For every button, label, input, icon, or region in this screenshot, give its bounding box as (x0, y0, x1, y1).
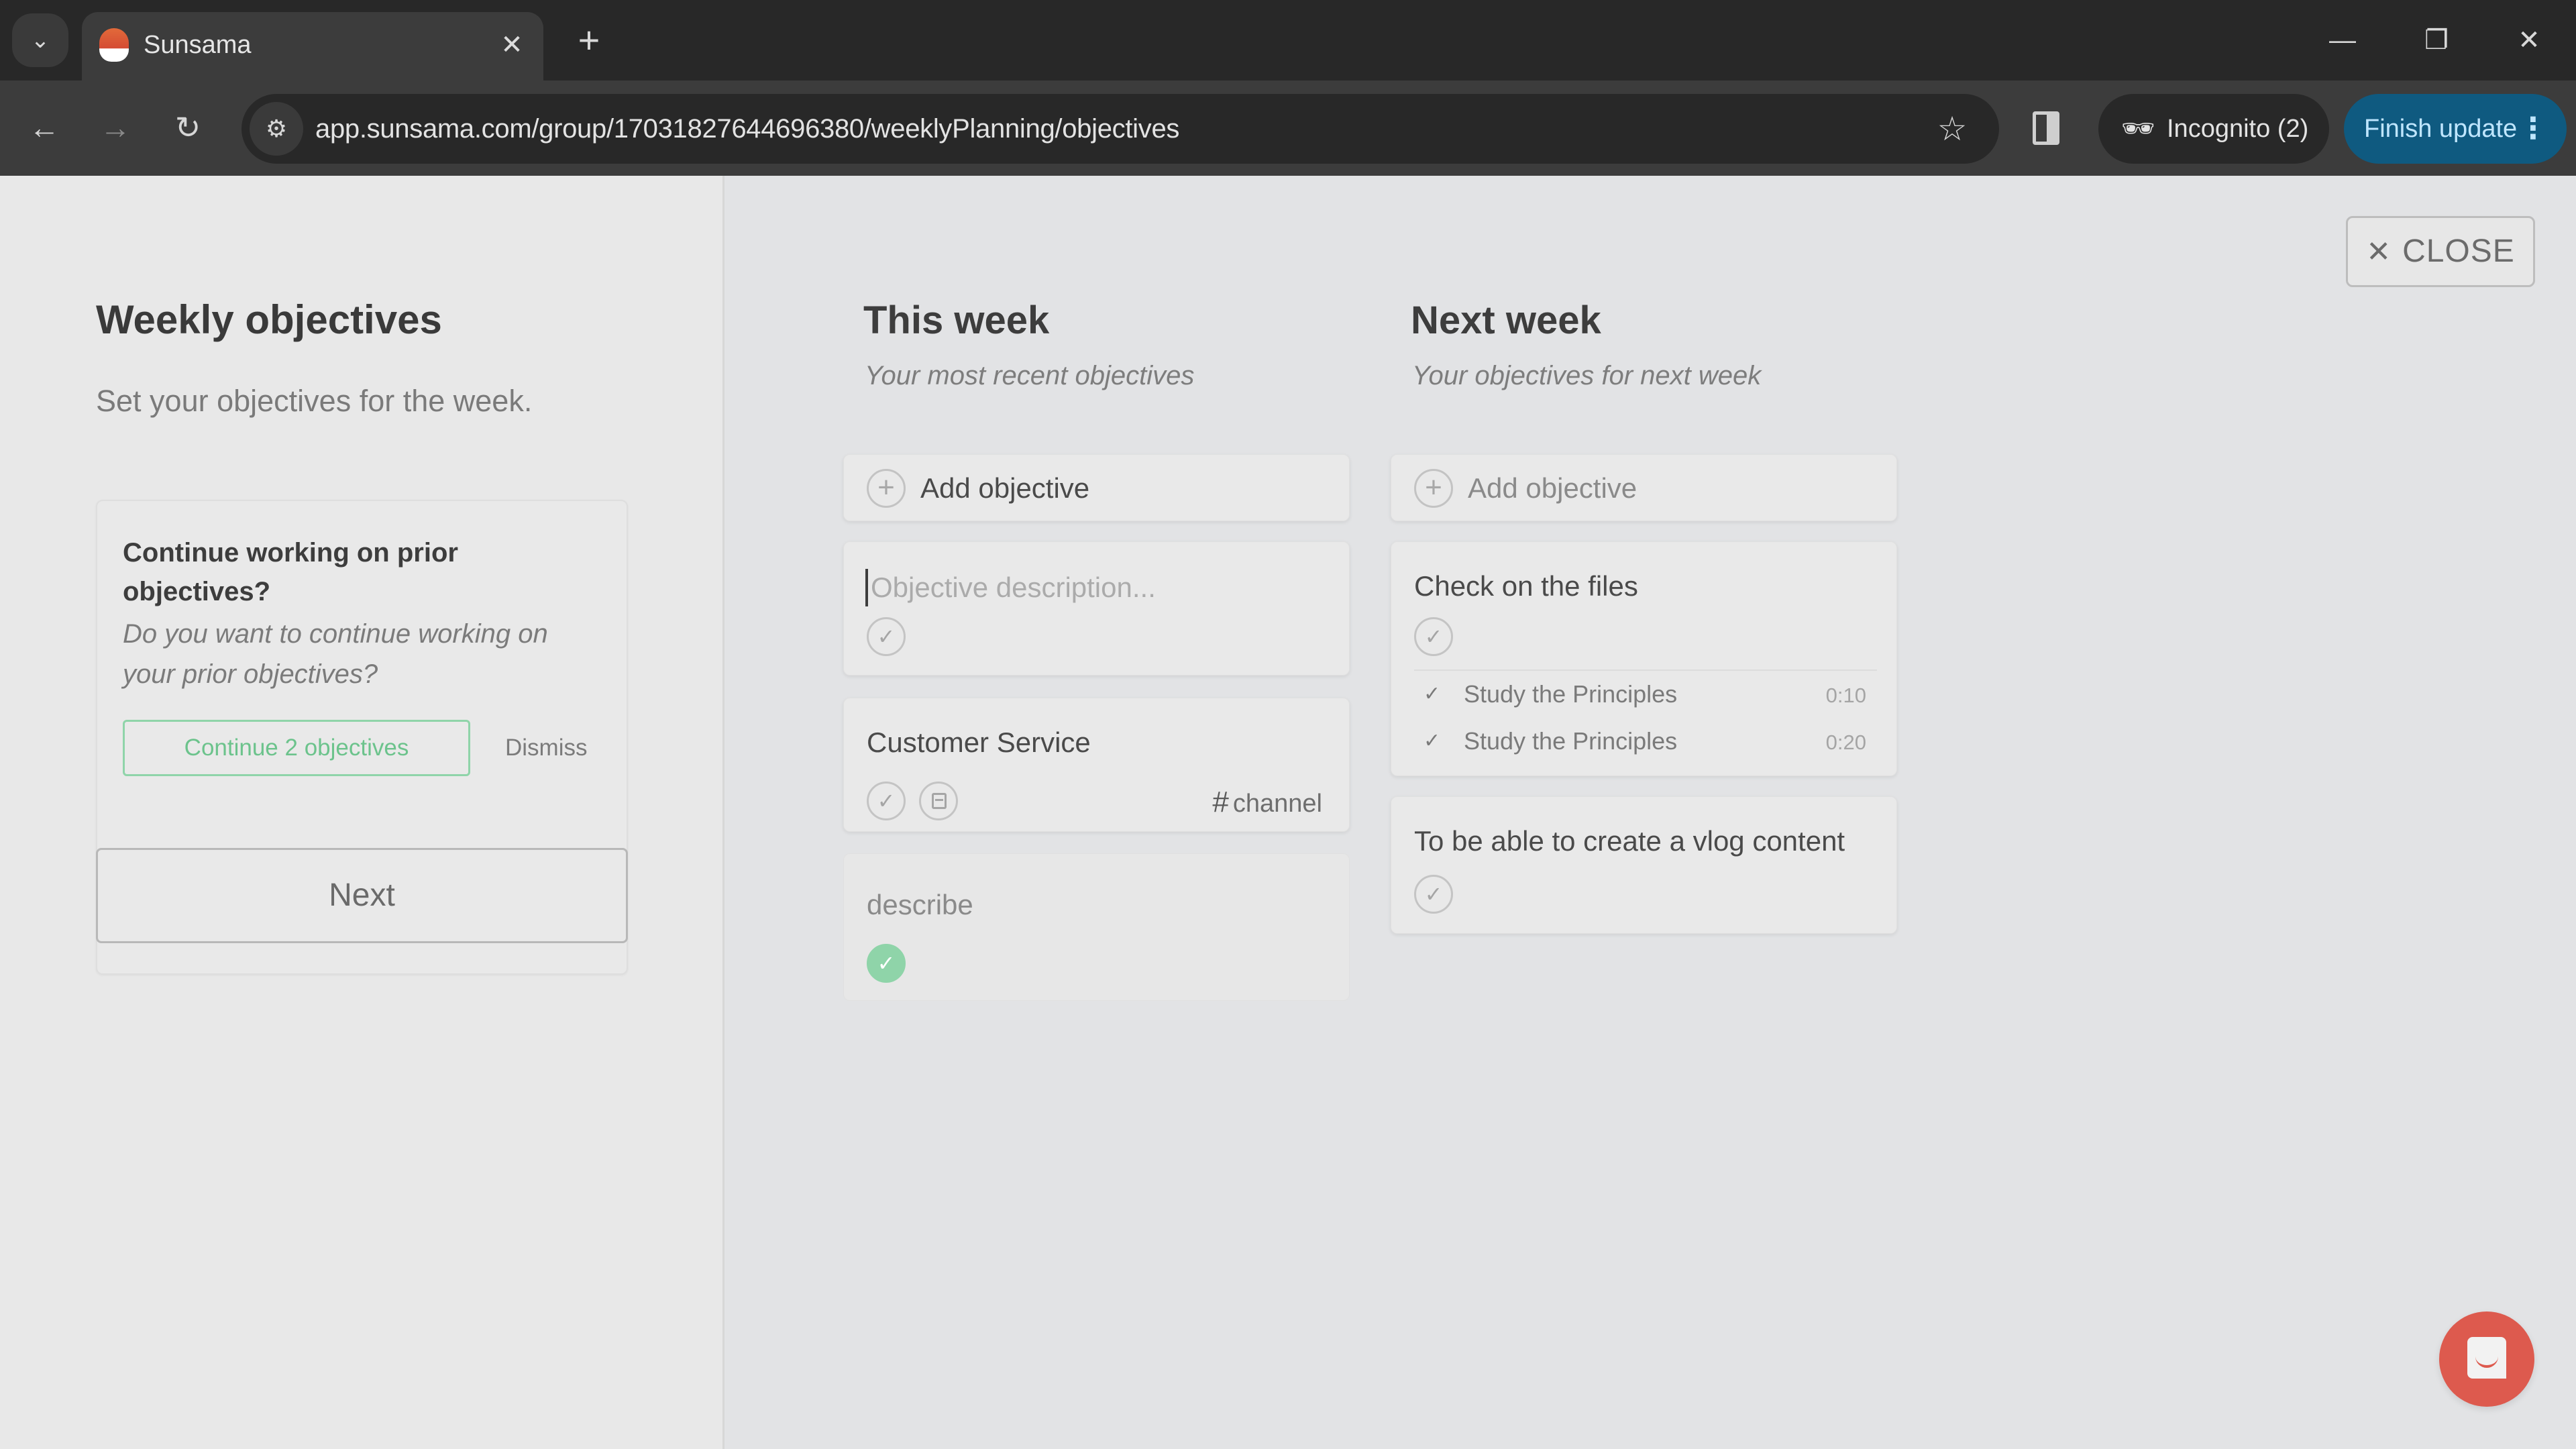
calendar-icon (932, 793, 947, 809)
prior-card-description: Do you want to continue working on your … (123, 619, 548, 689)
sunsama-favicon-icon (99, 28, 129, 62)
page-subtitle: Set your objectives for the week. (96, 384, 533, 418)
browser-toolbar: ← → ↻ ⚙ app.sunsama.com/group/1703182764… (0, 80, 2576, 176)
plus-icon: + (578, 19, 600, 61)
close-icon: ✕ (2518, 25, 2540, 55)
add-objective-label: Add objective (920, 472, 1090, 504)
reload-icon: ↻ (174, 110, 201, 145)
incognito-label: Incognito (2) (2167, 115, 2309, 143)
check-icon: ✓ (1424, 730, 1441, 752)
calendar-button[interactable] (919, 782, 958, 820)
tune-icon: ⚙ (265, 115, 288, 142)
objective-card[interactable]: describe ✓ (843, 853, 1350, 1001)
side-panel-icon[interactable] (2033, 111, 2059, 145)
objective-title: describe (867, 889, 973, 920)
next-week-title: Next week (1411, 299, 1601, 342)
add-objective-button[interactable]: + Add objective (843, 454, 1350, 521)
continue-objectives-button[interactable]: Continue 2 objectives (123, 720, 470, 776)
complete-check-icon[interactable]: ✓ (867, 782, 906, 820)
objective-title: Customer Service (867, 727, 1091, 758)
plus-circle-icon: + (1414, 469, 1453, 508)
bookmark-star-icon[interactable]: ☆ (1933, 110, 1971, 148)
this-week-title: This week (863, 299, 1050, 342)
minimize-icon: — (2329, 25, 2356, 55)
complete-check-icon[interactable]: ✓ (867, 617, 906, 656)
prior-card-title: Continue working on prior objectives? (123, 538, 458, 606)
page-content: Weekly objectives Set your objectives fo… (0, 176, 2576, 1449)
close-label: CLOSE (2402, 233, 2515, 269)
forward-button[interactable]: → (94, 106, 137, 149)
restore-icon: ❐ (2424, 25, 2449, 55)
tab-search-button[interactable]: ⌄ (12, 13, 68, 67)
hash-icon: # (1212, 786, 1229, 818)
subtask-time: 0:10 (1825, 684, 1866, 707)
next-button[interactable]: Next (96, 848, 628, 943)
minimize-button[interactable]: — (2316, 19, 2369, 62)
incognito-icon: 🕶 (2121, 114, 2155, 144)
url-text[interactable]: app.sunsama.com/group/17031827644696380/… (315, 111, 1179, 146)
reload-button[interactable]: ↻ (166, 106, 209, 149)
arrow-left-icon: ← (29, 110, 60, 145)
tab-title: Sunsama (144, 31, 252, 59)
objective-card[interactable]: Check on the files ✓ ✓ Study the Princip… (1391, 541, 1897, 776)
browser-tab-strip: ⌄ Sunsama ✕ + — ❐ ✕ (0, 0, 2576, 80)
complete-check-icon[interactable]: ✓ (1414, 617, 1453, 656)
subtask-list: ✓ Study the Principles 0:10 ✓ Study the … (1414, 669, 1877, 765)
window-close-button[interactable]: ✕ (2502, 19, 2556, 62)
subtask-time: 0:20 (1825, 731, 1866, 754)
back-button[interactable]: ← (23, 106, 66, 149)
this-week-subtitle: Your most recent objectives (865, 361, 1195, 390)
site-info-button[interactable]: ⚙ (250, 102, 303, 156)
objectives-area: ✕ CLOSE This week Your most recent object… (724, 176, 2576, 1449)
dismiss-button[interactable]: Dismiss (505, 720, 587, 776)
completed-check-icon[interactable]: ✓ (867, 944, 906, 983)
objective-card[interactable]: To be able to create a vlog content ✓ (1391, 796, 1897, 934)
chat-icon (2467, 1337, 2506, 1379)
objective-card[interactable]: Customer Service ✓ # channel (843, 698, 1350, 832)
channel-label: channel (1232, 790, 1322, 818)
new-tab-button[interactable]: + (569, 20, 609, 60)
kebab-menu-icon[interactable]: ⋮ (2518, 94, 2548, 164)
subtask-item[interactable]: ✓ Study the Principles 0:20 (1414, 718, 1877, 765)
arrow-right-icon: → (100, 110, 131, 145)
objective-title: Check on the files (1414, 570, 1638, 602)
finish-update-button[interactable]: Finish update ⋮ (2344, 94, 2567, 164)
restore-button[interactable]: ❐ (2410, 19, 2463, 62)
finish-update-label: Finish update (2364, 115, 2518, 143)
browser-tab[interactable]: Sunsama ✕ (82, 12, 543, 80)
new-objective-card: ✓ (843, 541, 1350, 676)
complete-check-icon[interactable]: ✓ (1414, 875, 1453, 914)
subtask-title: Study the Principles (1464, 680, 1678, 708)
objective-title: To be able to create a vlog content (1414, 825, 1845, 857)
close-button[interactable]: ✕ CLOSE (2346, 216, 2535, 287)
subtask-item[interactable]: ✓ Study the Principles 0:10 (1414, 671, 1877, 718)
subtask-title: Study the Principles (1464, 727, 1678, 755)
close-icon: ✕ (2366, 235, 2392, 268)
plus-circle-icon: + (867, 469, 906, 508)
left-panel: Weekly objectives Set your objectives fo… (0, 176, 724, 1449)
next-week-subtitle: Your objectives for next week (1412, 361, 1762, 390)
tab-close-icon[interactable]: ✕ (495, 28, 529, 62)
channel-tag[interactable]: # channel (1212, 786, 1322, 820)
support-chat-button[interactable] (2439, 1311, 2534, 1407)
objective-description-input[interactable] (865, 569, 1322, 606)
incognito-badge[interactable]: 🕶 Incognito (2) (2098, 94, 2329, 164)
chevron-down-icon: ⌄ (30, 28, 50, 53)
add-objective-label: Add objective (1468, 472, 1638, 504)
address-bar[interactable]: ⚙ app.sunsama.com/group/1703182764469638… (241, 94, 1999, 164)
add-objective-button[interactable]: + Add objective (1391, 454, 1897, 521)
check-icon: ✓ (1424, 683, 1441, 705)
page-title: Weekly objectives (96, 297, 442, 342)
